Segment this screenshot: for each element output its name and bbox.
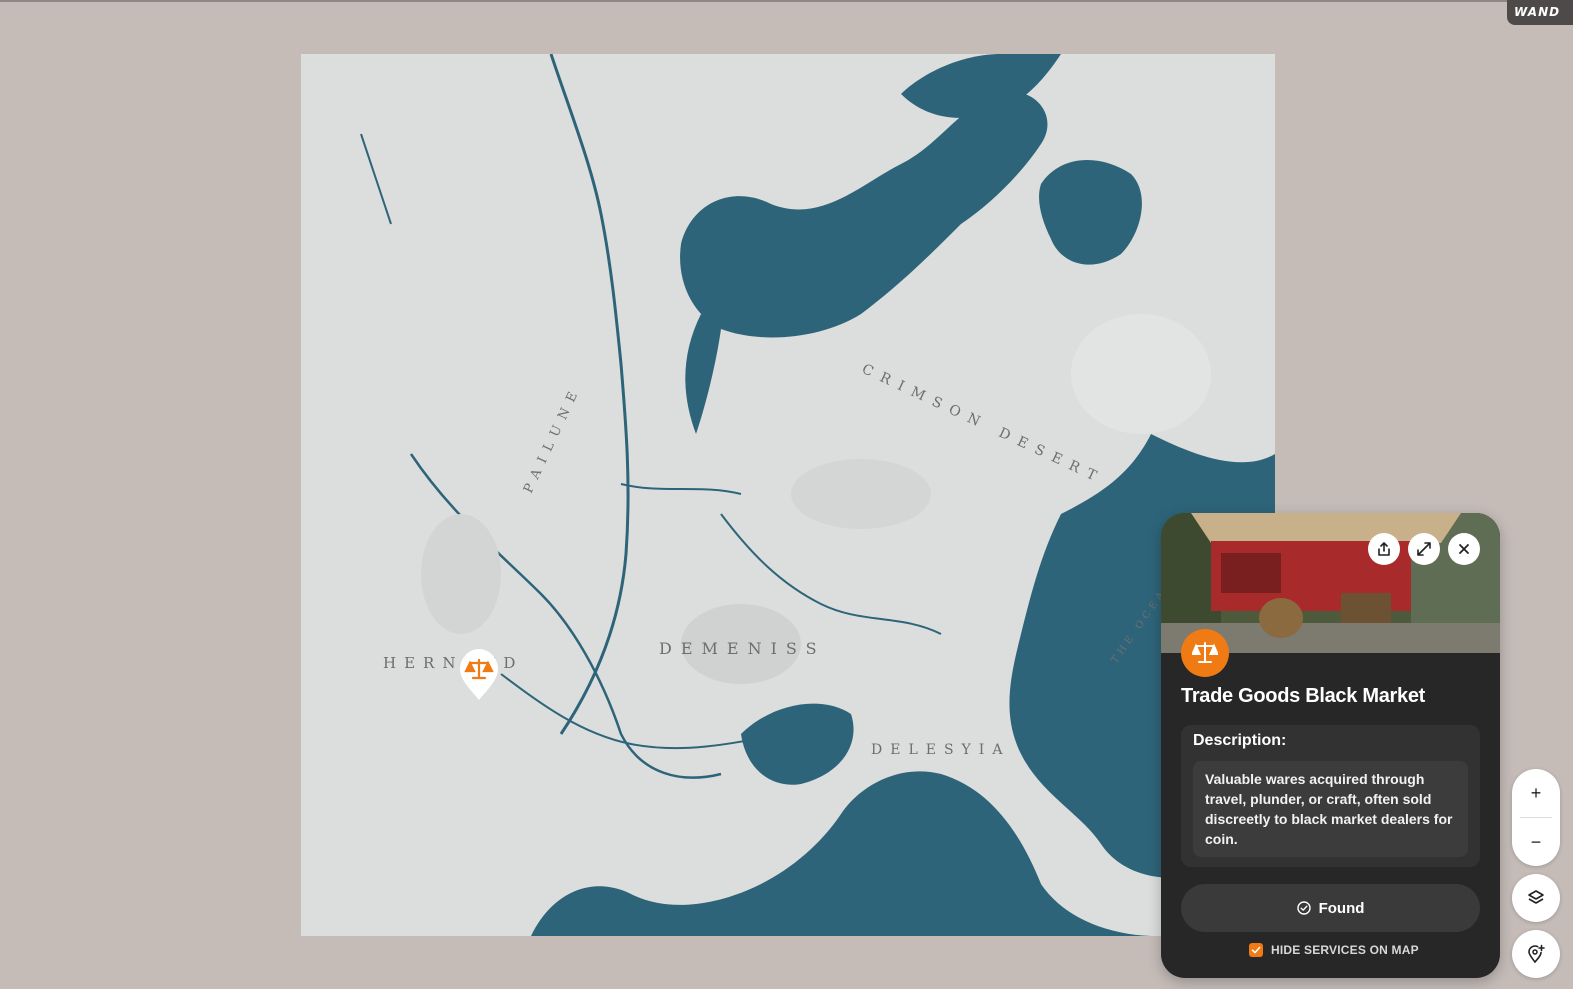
close-button[interactable] [1448,533,1480,565]
map-marker-black-market[interactable] [459,648,499,701]
description-label: Description: [1193,732,1287,749]
map-canvas[interactable]: HERNAND DEMENISS CRIMSON DESERT PAILUNE … [301,54,1275,936]
add-marker-button[interactable] [1512,930,1560,978]
zoom-in-button[interactable]: + [1512,769,1560,817]
region-label-demeniss: DEMENISS [659,639,826,658]
found-button-label: Found [1318,899,1365,917]
hide-services-label: HIDE SERVICES ON MAP [1271,943,1419,957]
expand-icon [1417,542,1431,556]
add-marker-icon [1528,944,1545,963]
share-button[interactable] [1368,533,1400,565]
found-button[interactable]: Found [1181,884,1480,932]
zoom-control: + − [1512,769,1560,866]
minus-icon: − [1530,831,1542,852]
hide-services-checkbox[interactable] [1249,943,1263,957]
map-image: HERNAND DEMENISS CRIMSON DESERT PAILUNE … [301,54,1275,936]
location-title: Trade Goods Black Market [1181,685,1426,707]
description-section: Description: Valuable wares acquired thr… [1181,725,1480,867]
region-label-hernand: HERNAND [383,654,523,672]
expand-button[interactable] [1408,533,1440,565]
layers-button[interactable] [1512,874,1560,922]
layers-icon [1528,890,1544,904]
description-text: Valuable wares acquired through travel, … [1193,761,1468,857]
hide-services-toggle[interactable]: HIDE SERVICES ON MAP [1249,943,1419,957]
close-icon [1459,544,1469,554]
top-border [0,0,1573,2]
scales-icon [460,649,498,700]
region-label-delesyia: DELESYIA [871,742,1010,758]
check-circle-icon [1296,901,1311,915]
location-detail-panel: Trade Goods Black Market Description: Va… [1161,513,1500,978]
scales-icon [1192,642,1218,663]
plus-icon: + [1530,782,1542,803]
category-badge [1181,629,1229,677]
share-icon [1378,542,1390,556]
check-icon [1251,946,1261,954]
brand-logo[interactable]: WAND [1507,0,1573,25]
zoom-out-button[interactable]: − [1512,818,1560,866]
